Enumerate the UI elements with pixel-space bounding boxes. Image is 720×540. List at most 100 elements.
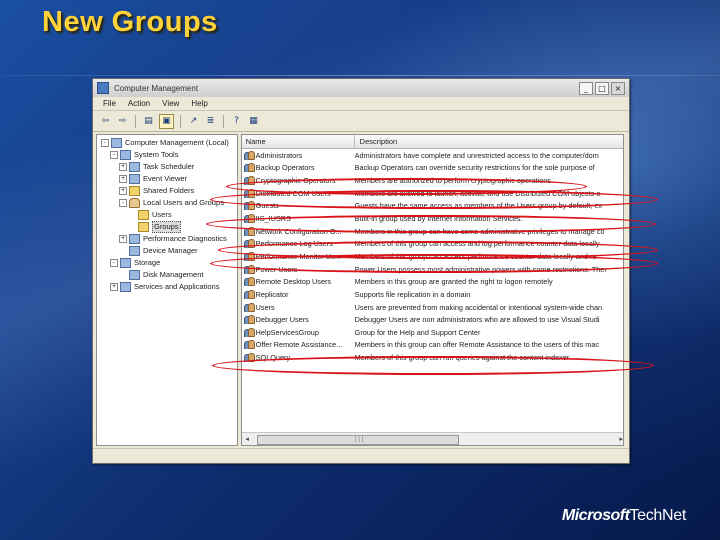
column-header-description[interactable]: Description	[355, 135, 623, 148]
back-arrow-icon[interactable]: ⇦	[99, 115, 112, 128]
group-row[interactable]: Distributed COM Users Members are allowed…	[242, 187, 623, 200]
group-icon	[243, 340, 255, 350]
tree-item[interactable]: + Performance Diagnostics	[119, 234, 227, 244]
tree-item[interactable]: + Services and Applications	[110, 282, 219, 292]
group-row[interactable]: HelpServicesGroup Group for the Help and …	[242, 326, 623, 339]
tree-item[interactable]: Users	[128, 210, 172, 220]
expand-icon[interactable]: +	[119, 235, 127, 243]
group-name: Replicator	[255, 289, 289, 299]
window-titlebar[interactable]: Computer Management _ □ ×	[93, 79, 629, 97]
scroll-right-icon[interactable]: ▸	[616, 434, 623, 445]
collapse-icon[interactable]: -	[101, 139, 109, 147]
group-name-cell: Network Configuration O...	[242, 226, 354, 236]
group-row[interactable]: Administrators Administrators have comple…	[242, 149, 623, 162]
group-row[interactable]: Users Users are prevented from making acc…	[242, 301, 623, 314]
column-header-name[interactable]: Name	[242, 135, 355, 148]
groups-list: Name Description Administrators Administr…	[240, 134, 624, 446]
group-row[interactable]: Debugger Users Debugger Users are non adm…	[242, 313, 623, 326]
tree-item[interactable]: Device Manager	[119, 246, 198, 256]
tree-item[interactable]: Disk Management	[119, 270, 203, 280]
tree-item[interactable]: - Local Users and Groups	[119, 198, 224, 208]
group-description: Power Users possess most administrative …	[354, 264, 607, 274]
group-name-cell: IIS_IUSRS	[242, 214, 354, 224]
group-name: Administrators	[255, 150, 303, 160]
expand-icon[interactable]: +	[119, 163, 127, 171]
tree-item-label: Computer Management (Local)	[125, 138, 229, 147]
tree-item[interactable]: Groups	[128, 221, 181, 233]
maximize-button[interactable]: □	[595, 81, 609, 95]
menu-help[interactable]: Help	[191, 99, 207, 108]
tree-item[interactable]: + Event Viewer	[119, 174, 187, 184]
up-folder-icon[interactable]: ▤	[142, 115, 155, 128]
group-row[interactable]: Remote Desktop Users Members in this grou…	[242, 275, 623, 288]
close-button[interactable]: ×	[611, 81, 625, 95]
tree-item-label: Storage	[134, 258, 161, 267]
menu-view[interactable]: View	[162, 99, 179, 108]
tree-item[interactable]: - System Tools	[110, 150, 178, 160]
group-name-cell: Performance Monitor Us...	[242, 251, 354, 261]
menu-action[interactable]: Action	[128, 99, 150, 108]
title-divider	[0, 75, 720, 76]
group-name-cell: Backup Operators	[242, 163, 354, 173]
group-icon	[243, 201, 255, 211]
event-icon	[129, 174, 140, 184]
group-icon	[243, 214, 255, 224]
group-description: Administrators have complete and unrestr…	[354, 150, 599, 160]
clock-icon	[129, 162, 140, 172]
group-description: Users are prevented from making accident…	[354, 302, 603, 312]
expand-icon[interactable]: +	[119, 175, 127, 183]
group-row[interactable]: Network Configuration O... Members in thi…	[242, 225, 623, 238]
export-list-icon[interactable]: ↗	[187, 115, 200, 128]
collapse-icon[interactable]: -	[119, 199, 127, 207]
computer-management-window: Computer Management _ □ × File Action Vi…	[92, 78, 630, 464]
group-description: Members of this group can access perform…	[354, 251, 597, 261]
group-row[interactable]: Offer Remote Assistance... Members in thi…	[242, 339, 623, 352]
help-icon[interactable]: ?	[230, 115, 243, 128]
tree-item[interactable]: - Computer Management (Local)	[101, 138, 229, 148]
group-description: Built-in group used by Internet Informat…	[354, 214, 523, 224]
scroll-track[interactable]: |||	[253, 434, 616, 445]
list-rows: Administrators Administrators have comple…	[242, 149, 623, 364]
device-icon	[129, 246, 140, 256]
collapse-icon[interactable]: -	[110, 151, 118, 159]
minimize-button[interactable]: _	[579, 81, 593, 95]
tree-item-label: Event Viewer	[143, 174, 188, 183]
group-icon	[243, 315, 255, 325]
group-icon	[243, 251, 255, 261]
toolbar-separator	[223, 114, 224, 128]
group-name: Performance Monitor Us...	[255, 251, 341, 261]
toolbar-separator	[135, 114, 136, 128]
group-name: IIS_IUSRS	[255, 214, 291, 224]
group-row[interactable]: SQLQuery Members of this group can run qu…	[242, 351, 623, 364]
menu-file[interactable]: File	[103, 99, 116, 108]
folder-icon	[129, 186, 140, 196]
view-icon[interactable]: ▦	[247, 115, 260, 128]
properties-icon[interactable]: ≣	[204, 115, 217, 128]
tree-item[interactable]: - Storage	[110, 258, 160, 268]
scroll-thumb[interactable]: |||	[256, 435, 459, 445]
expand-icon[interactable]: +	[119, 187, 127, 195]
group-row[interactable]: Backup Operators Backup Operators can ove…	[242, 162, 623, 175]
group-row[interactable]: Performance Monitor Us... Members of this…	[242, 250, 623, 263]
scroll-left-icon[interactable]: ◂	[242, 434, 253, 445]
group-row[interactable]: Replicator Supports file replication in a…	[242, 288, 623, 301]
microsoft-technet-logo: MicrosoftTechNet	[562, 507, 686, 525]
tree-item[interactable]: + Task Scheduler	[119, 162, 194, 172]
group-name: Backup Operators	[255, 163, 315, 173]
horizontal-scrollbar[interactable]: ◂ ||| ▸	[241, 432, 623, 445]
services-icon	[120, 282, 131, 292]
group-name: Power Users	[255, 264, 298, 274]
group-row[interactable]: Cryptographic Operators Members are autho…	[242, 174, 623, 187]
forward-arrow-icon[interactable]: ⇨	[116, 115, 129, 128]
group-row[interactable]: Power Users Power Users possess most admi…	[242, 263, 623, 276]
group-description: Supports file replication in a domain	[354, 289, 471, 299]
show-hide-tree-icon[interactable]: ▣	[159, 113, 174, 129]
group-row[interactable]: Guests Guests have the same access as mem…	[242, 200, 623, 213]
collapse-icon[interactable]: -	[110, 259, 118, 267]
group-row[interactable]: IIS_IUSRS Built-in group used by Internet…	[242, 212, 623, 225]
group-icon	[243, 239, 255, 249]
expand-icon[interactable]: +	[110, 283, 118, 291]
tree-item-label: Task Scheduler	[143, 162, 195, 171]
group-row[interactable]: Performance Log Users Members of this gro…	[242, 237, 623, 250]
tree-item[interactable]: + Shared Folders	[119, 186, 194, 196]
